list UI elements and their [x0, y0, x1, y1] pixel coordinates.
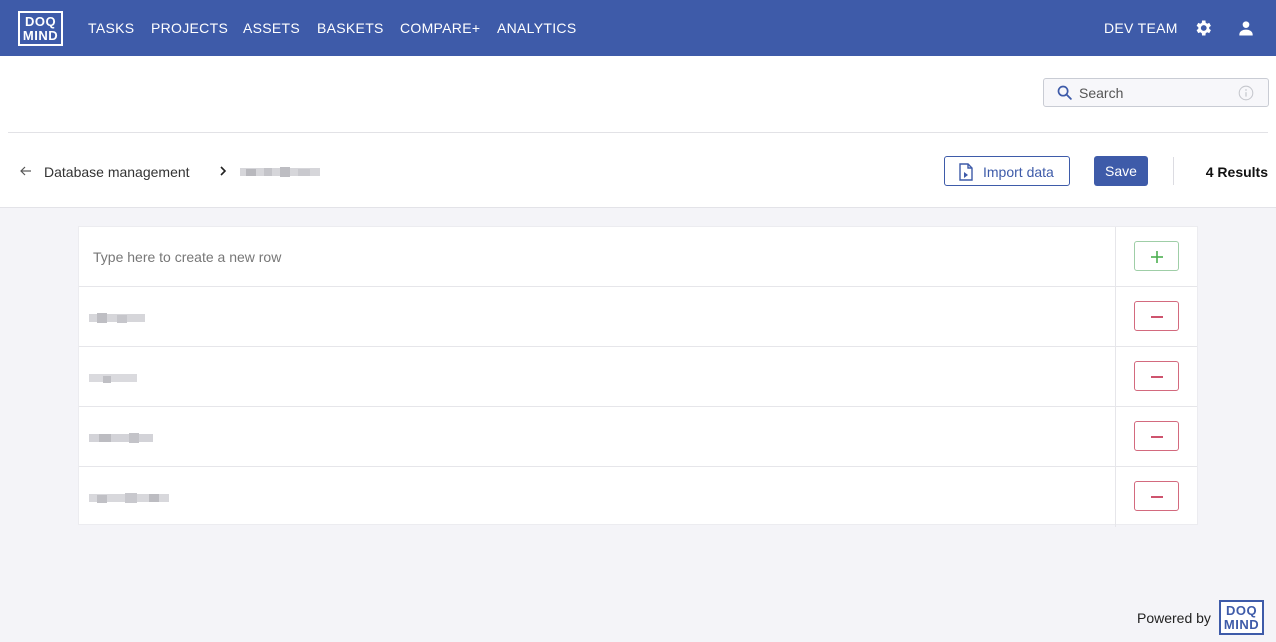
remove-row-button[interactable] — [1134, 481, 1179, 511]
powered-by-text: Powered by — [1137, 610, 1211, 626]
footer-logo-bottom: MIND — [1223, 617, 1260, 632]
remove-row-button[interactable] — [1134, 301, 1179, 331]
new-row — [79, 227, 1197, 287]
nav-baskets[interactable]: BASKETS — [317, 20, 384, 36]
cell-separator — [1115, 467, 1116, 527]
gear-icon[interactable] — [1193, 18, 1213, 38]
nav-tasks[interactable]: TASKS — [88, 20, 134, 36]
rows-table — [78, 226, 1198, 527]
minus-icon — [1151, 496, 1163, 498]
breadcrumb-current-redacted — [240, 167, 320, 177]
chevron-right-icon — [220, 166, 227, 176]
logo-bottom-text: MIND — [22, 28, 59, 43]
new-row-input[interactable] — [93, 247, 993, 267]
search-input[interactable] — [1079, 83, 1229, 103]
file-import-icon — [959, 163, 973, 181]
table-row — [79, 287, 1197, 347]
table-row — [79, 467, 1197, 527]
search-icon — [1057, 85, 1072, 100]
add-row-button[interactable] — [1134, 241, 1179, 271]
header-divider — [8, 132, 1268, 133]
row-value-redacted — [89, 433, 153, 443]
nav-projects[interactable]: PROJECTS — [151, 20, 228, 36]
footer-doqmind-logo: DOQ MIND — [1219, 600, 1264, 635]
table-row — [79, 347, 1197, 407]
logo-top-text: DOQ — [24, 14, 57, 29]
footer-logo-top: DOQ — [1225, 603, 1258, 618]
table-row — [79, 407, 1197, 467]
results-count: 4 Results — [1205, 164, 1268, 180]
cell-separator — [1115, 347, 1116, 407]
row-value-redacted — [89, 374, 137, 383]
doqmind-logo[interactable]: DOQ MIND — [18, 11, 63, 46]
team-selector[interactable]: DEV TEAM — [1104, 20, 1178, 36]
row-value-redacted — [89, 493, 169, 503]
row-value-redacted — [89, 313, 145, 323]
search-box[interactable] — [1043, 78, 1269, 107]
nav-compare[interactable]: COMPARE+ — [400, 20, 480, 36]
minus-icon — [1151, 376, 1163, 378]
import-data-label: Import data — [983, 164, 1054, 180]
minus-icon — [1151, 436, 1163, 438]
user-icon[interactable] — [1236, 18, 1256, 38]
plus-icon — [1151, 251, 1163, 263]
nav-assets[interactable]: ASSETS — [243, 20, 300, 36]
top-nav: DOQ MIND TASKS PROJECTS ASSETS BASKETS C… — [0, 0, 1276, 56]
cell-separator — [1115, 287, 1116, 347]
remove-row-button[interactable] — [1134, 421, 1179, 451]
breadcrumb-database-management[interactable]: Database management — [44, 164, 190, 180]
save-button[interactable]: Save — [1094, 156, 1148, 186]
back-arrow-icon[interactable] — [19, 164, 33, 178]
import-data-button[interactable]: Import data — [944, 156, 1070, 186]
remove-row-button[interactable] — [1134, 361, 1179, 391]
toolbar-separator — [1173, 157, 1174, 185]
nav-analytics[interactable]: ANALYTICS — [497, 20, 576, 36]
cell-separator — [1115, 227, 1116, 287]
minus-icon — [1151, 316, 1163, 318]
info-icon[interactable] — [1238, 85, 1254, 101]
cell-separator — [1115, 407, 1116, 467]
